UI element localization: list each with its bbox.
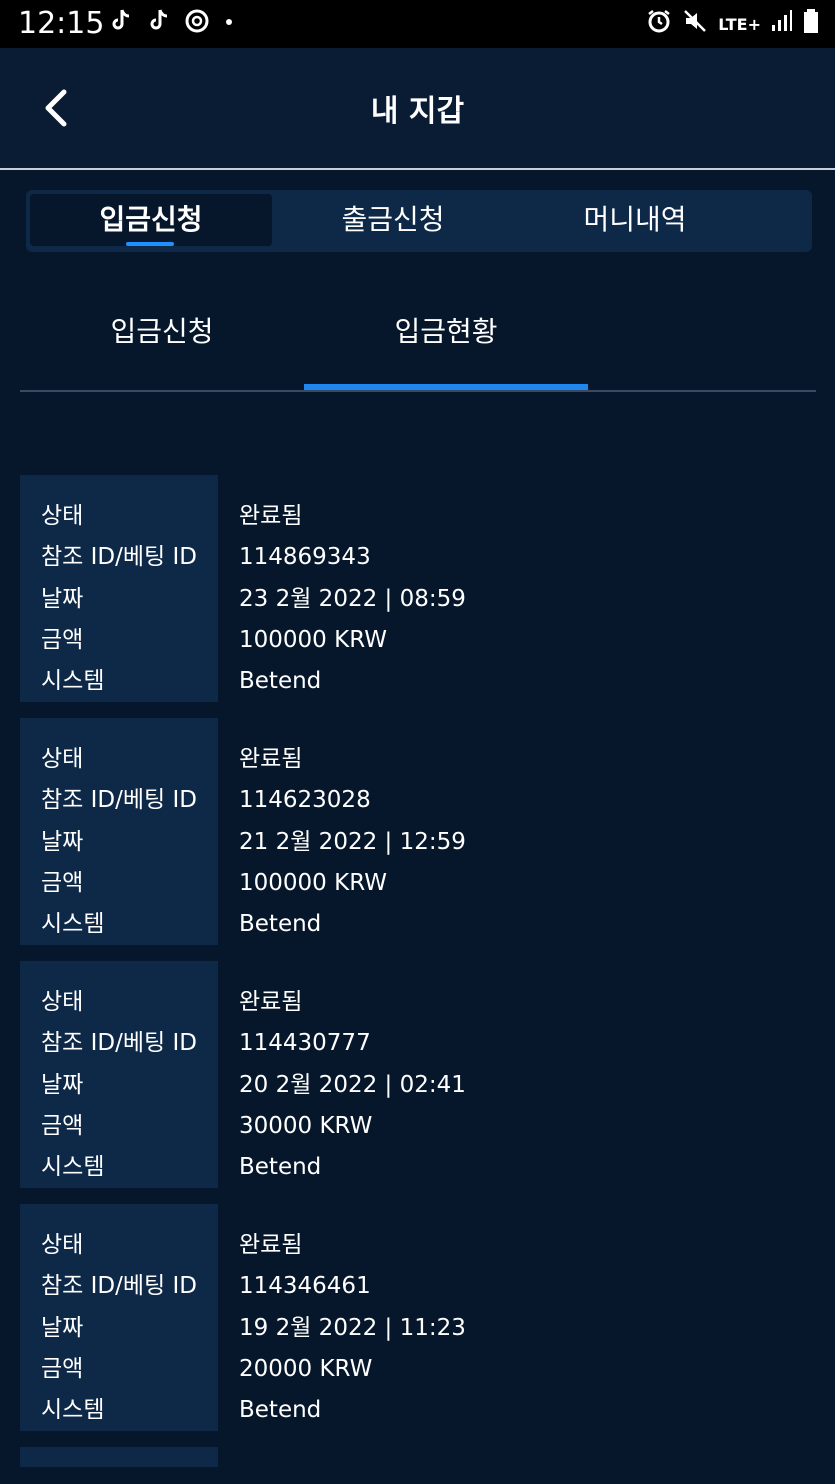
- status-label: 상태: [41, 989, 84, 1015]
- status-value: 완료됨: [239, 1232, 303, 1258]
- date-label: 날짜: [41, 1072, 84, 1098]
- system-value: Betend: [239, 911, 322, 937]
- status-label: 상태: [41, 503, 84, 529]
- amount-label: 금액: [41, 870, 84, 896]
- amount-label: 금액: [41, 1113, 84, 1139]
- dot-icon: [224, 8, 234, 42]
- system-label: 시스템: [41, 1397, 105, 1423]
- amount-value: 30000 KRW: [239, 1113, 373, 1139]
- mute-icon: [682, 8, 708, 42]
- amount-value: 100000 KRW: [239, 627, 387, 653]
- battery-icon: [803, 8, 819, 42]
- ref-id-value: 114623028: [239, 787, 371, 813]
- page-title: 내 지갑: [370, 94, 465, 129]
- next-record-partial: [20, 1447, 218, 1467]
- system-value: Betend: [239, 1397, 322, 1423]
- deposit-record: 상태 참조 ID/베팅 ID 날짜 금액 시스템 완료됨 114623028 2…: [20, 718, 816, 945]
- date-value: 21 2월 2022 | 12:59: [239, 829, 466, 855]
- status-bar: 12:15 LTE+: [0, 0, 835, 48]
- tab-deposit-request[interactable]: 입금신청: [30, 194, 272, 246]
- alarm-icon: [646, 8, 672, 42]
- amount-label: 금액: [41, 627, 84, 653]
- ref-id-label: 참조 ID/베팅 ID: [41, 1030, 197, 1056]
- subtab-deposit-status[interactable]: 입금현황: [304, 300, 588, 386]
- system-label: 시스템: [41, 911, 105, 937]
- deposit-records-list: 상태 참조 ID/베팅 ID 날짜 금액 시스템 완료됨 114869343 2…: [20, 475, 816, 1447]
- deposit-record: 상태 참조 ID/베팅 ID 날짜 금액 시스템 완료됨 114430777 2…: [20, 961, 816, 1188]
- status-value: 완료됨: [239, 746, 303, 772]
- date-value: 23 2월 2022 | 08:59: [239, 586, 466, 612]
- status-value: 완료됨: [239, 503, 303, 529]
- status-time: 12:15: [18, 6, 105, 41]
- subtab-divider: [20, 390, 816, 392]
- status-value: 완료됨: [239, 989, 303, 1015]
- subtab-label: 입금현황: [394, 315, 498, 348]
- ref-id-label: 참조 ID/베팅 ID: [41, 544, 197, 570]
- tab-label: 출금신청: [341, 203, 445, 236]
- tab-active-indicator: [126, 242, 174, 246]
- deposit-subtabs: 입금신청 입금현황: [20, 300, 816, 393]
- ref-id-label: 참조 ID/베팅 ID: [41, 787, 197, 813]
- header-divider: [0, 168, 835, 170]
- wallet-tabs: 입금신청 출금신청 머니내역: [26, 190, 812, 252]
- ref-id-value: 114869343: [239, 544, 371, 570]
- system-label: 시스템: [41, 668, 105, 694]
- tab-withdraw-request[interactable]: 출금신청: [272, 194, 514, 246]
- system-value: Betend: [239, 1154, 322, 1180]
- ref-id-value: 114430777: [239, 1030, 371, 1056]
- ref-id-value: 114346461: [239, 1273, 371, 1299]
- amount-value: 100000 KRW: [239, 870, 387, 896]
- tiktok-icon: [108, 8, 132, 42]
- amount-label: 금액: [41, 1356, 84, 1382]
- subtab-deposit-request[interactable]: 입금신청: [20, 300, 304, 386]
- date-value: 20 2월 2022 | 02:41: [239, 1072, 466, 1098]
- deposit-record: 상태 참조 ID/베팅 ID 날짜 금액 시스템 완료됨 114869343 2…: [20, 475, 816, 702]
- status-label: 상태: [41, 746, 84, 772]
- signal-icon: [771, 9, 793, 41]
- system-value: Betend: [239, 668, 322, 694]
- sync-icon: [184, 8, 210, 42]
- tab-label: 머니내역: [583, 203, 687, 236]
- status-label: 상태: [41, 1232, 84, 1258]
- date-label: 날짜: [41, 829, 84, 855]
- subtab-label: 입금신청: [110, 315, 214, 348]
- tab-label: 입금신청: [99, 203, 203, 236]
- lte-icon: LTE+: [718, 15, 761, 34]
- system-icons: LTE+: [646, 8, 819, 42]
- amount-value: 20000 KRW: [239, 1356, 373, 1382]
- date-label: 날짜: [41, 1315, 84, 1341]
- deposit-record: 상태 참조 ID/베팅 ID 날짜 금액 시스템 완료됨 114346461 1…: [20, 1204, 816, 1431]
- ref-id-label: 참조 ID/베팅 ID: [41, 1273, 197, 1299]
- notification-icons: [108, 8, 234, 42]
- system-label: 시스템: [41, 1154, 105, 1180]
- date-label: 날짜: [41, 586, 84, 612]
- tab-money-history[interactable]: 머니내역: [514, 194, 756, 246]
- tiktok-icon: [146, 8, 170, 42]
- date-value: 19 2월 2022 | 11:23: [239, 1315, 466, 1341]
- app-bar: 내 지갑: [0, 48, 835, 168]
